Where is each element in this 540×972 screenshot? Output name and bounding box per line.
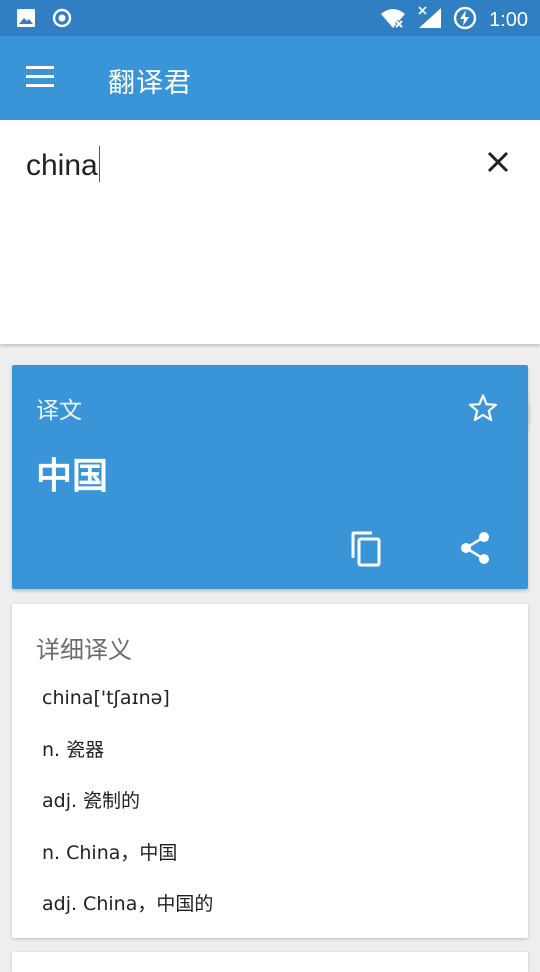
- share-icon[interactable]: [459, 531, 491, 565]
- clock-time: 1:00: [489, 8, 528, 31]
- detail-title: 详细译义: [36, 636, 132, 664]
- image-icon: [16, 8, 36, 32]
- definition-item: adj. 瓷制的: [42, 790, 141, 812]
- battery-charging-icon: [453, 6, 477, 34]
- definition-item: adj. China，中国的: [42, 893, 214, 915]
- app-bar: 翻译君: [0, 36, 540, 120]
- close-icon[interactable]: [484, 148, 512, 176]
- text-caret: [98, 146, 100, 182]
- signal-icon: [417, 6, 443, 34]
- record-icon: [52, 8, 72, 32]
- source-text-value: china: [26, 149, 98, 182]
- source-text-input[interactable]: china: [26, 146, 100, 183]
- translated-text: 中国: [36, 456, 109, 497]
- translation-result-card: 译文 中国: [12, 365, 528, 589]
- definition-item: china['tʃaɪnə]: [42, 687, 170, 709]
- wifi-icon: [379, 6, 407, 34]
- definition-item: n. China，中国: [42, 841, 178, 864]
- result-label: 译文: [36, 398, 82, 424]
- definition-list: china['tʃaɪnə] n. 瓷器 adj. 瓷制的 n. China，中…: [42, 686, 213, 944]
- status-bar: 1:00: [0, 0, 540, 36]
- app-title: 翻译君: [108, 68, 192, 99]
- next-card-edge: [12, 952, 528, 972]
- star-outline-icon[interactable]: [468, 393, 498, 423]
- copy-icon[interactable]: [349, 531, 383, 567]
- menu-icon[interactable]: [26, 66, 56, 90]
- detail-definitions-card: 详细译义 china['tʃaɪnə] n. 瓷器 adj. 瓷制的 n. Ch…: [12, 604, 528, 938]
- input-card: china: [0, 120, 540, 453]
- definition-item: n. 瓷器: [42, 738, 105, 761]
